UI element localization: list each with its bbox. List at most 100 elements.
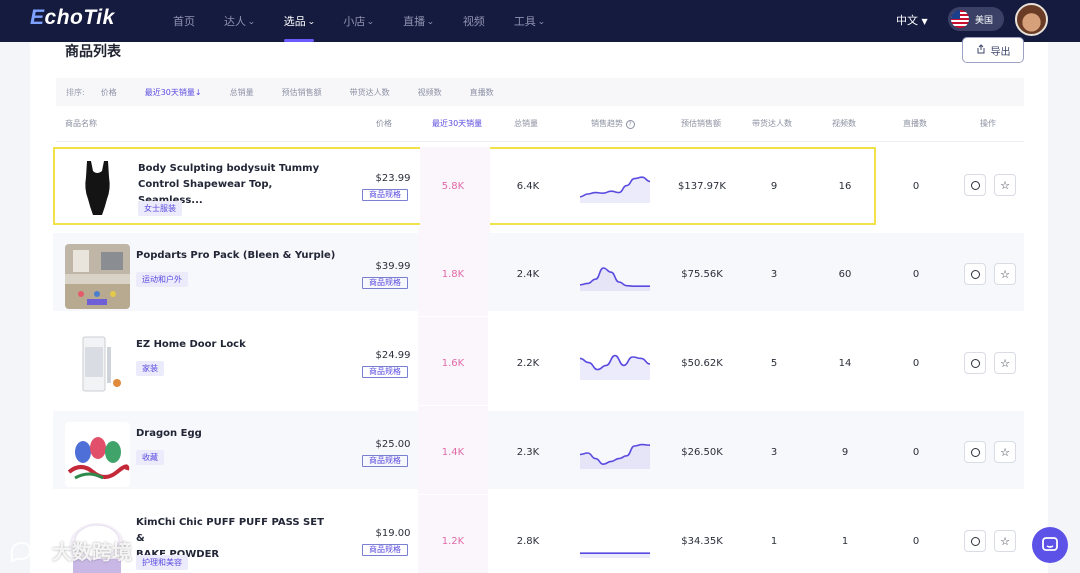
category-tag[interactable]: 收藏 (136, 450, 164, 465)
export-button[interactable]: 导出 (962, 37, 1024, 63)
nav-item-shops[interactable]: 小店 ⌄ (333, 0, 384, 42)
product-name[interactable]: Dragon Egg (136, 426, 336, 442)
lives-value: 0 (912, 358, 920, 369)
category-tag[interactable]: 护理和美容 (136, 555, 188, 570)
chat-support-button[interactable] (1032, 527, 1068, 563)
header-total-sales[interactable]: 总销量 (514, 118, 538, 129)
lives-value: 0 (912, 536, 920, 547)
detail-button[interactable] (964, 530, 986, 552)
favorite-button[interactable]: ☆ (994, 530, 1016, 552)
product-name[interactable]: Popdarts Pro Pack (Bleen & Yurple) (136, 248, 336, 264)
videos-value: 14 (838, 358, 852, 369)
table-row[interactable]: Dragon Egg 收藏 $25.00 商品规格 1.4K 2.3K $26.… (53, 406, 1024, 494)
nav-item-creators[interactable]: 达人 ⌄ (214, 0, 265, 42)
table-row[interactable]: EZ Home Door Lock 家装 $24.99 商品规格 1.6K 2.… (53, 317, 1024, 405)
sort-option-total-sales[interactable]: 总销量 (230, 87, 254, 98)
nav-item-videos[interactable]: 视频 (453, 0, 495, 42)
creators-value: 3 (770, 269, 778, 280)
spec-button[interactable]: 商品规格 (362, 544, 408, 556)
category-tag[interactable]: 运动和户外 (136, 272, 188, 287)
spec-button[interactable]: 商品规格 (362, 455, 408, 467)
header-videos[interactable]: 视频数 (832, 118, 856, 129)
nav-item-live[interactable]: 直播 ⌄ (393, 0, 444, 42)
table-row[interactable]: Body Sculpting bodysuit Tummy Control Sha… (53, 147, 876, 235)
circle-icon (970, 180, 980, 190)
star-icon: ☆ (1000, 267, 1010, 281)
star-icon: ☆ (1000, 178, 1010, 192)
creators-value: 5 (770, 358, 778, 369)
header-30d-sales[interactable]: 最近30天销量 (432, 118, 482, 129)
favorite-button[interactable]: ☆ (994, 441, 1016, 463)
sales-30d-value: 5.8K (441, 181, 465, 192)
total-sales-value: 2.2K (516, 358, 540, 369)
sort-label: 排序: (66, 87, 85, 97)
sort-option-price[interactable]: 价格 (101, 87, 117, 98)
product-name[interactable]: EZ Home Door Lock (136, 337, 336, 353)
export-icon (976, 43, 986, 57)
region-label: 美国 (975, 15, 994, 26)
sparkline-area (580, 444, 650, 469)
product-thumbnail[interactable] (65, 244, 130, 309)
header-revenue[interactable]: 预估销售额 (681, 118, 721, 129)
product-thumbnail[interactable] (65, 333, 130, 398)
header-actions: 操作 (980, 119, 996, 128)
spec-button[interactable]: 商品规格 (362, 366, 408, 378)
watermark: 大数跨境 (8, 536, 132, 565)
region-selector[interactable]: 美国 (948, 7, 1004, 31)
header-lives[interactable]: 直播数 (903, 118, 927, 129)
sort-option-30d-sales[interactable]: 最近30天销量↓ (145, 87, 202, 98)
user-avatar[interactable] (1015, 3, 1048, 36)
product-thumbnail[interactable] (65, 155, 130, 220)
header-price[interactable]: 价格 (376, 118, 392, 129)
lives-value: 0 (912, 181, 920, 192)
info-icon[interactable]: ? (625, 120, 635, 129)
category-tag[interactable]: 家装 (136, 361, 164, 376)
detail-button[interactable] (964, 352, 986, 374)
star-icon: ☆ (1000, 534, 1010, 548)
chevron-down-icon: ⌄ (366, 16, 375, 26)
watermark-text: 大数跨境 (52, 540, 132, 564)
caret-down-icon: ▼ (921, 17, 928, 26)
videos-value: 1 (841, 536, 849, 547)
echotik-logo[interactable]: EchoTik (30, 6, 115, 30)
circle-icon (970, 447, 980, 457)
header-creators[interactable]: 带货达人数 (752, 118, 792, 129)
language-selector[interactable]: 中文 ▼ (896, 12, 928, 28)
revenue-value: $34.35K (681, 536, 723, 547)
page-title: 商品列表 (65, 44, 121, 60)
circle-icon (970, 269, 980, 279)
sales-trend-sparkline (580, 552, 650, 558)
spec-button[interactable]: 商品规格 (362, 277, 408, 289)
favorite-button[interactable]: ☆ (994, 352, 1016, 374)
sort-option-revenue[interactable]: 预估销售额 (282, 87, 322, 98)
creators-value: 1 (770, 536, 778, 547)
detail-button[interactable] (964, 174, 986, 196)
sort-option-lives[interactable]: 直播数 (470, 87, 494, 98)
sales-30d-value: 1.8K (441, 269, 465, 280)
favorite-button[interactable]: ☆ (994, 174, 1016, 196)
sales-trend-sparkline (580, 443, 650, 469)
header-sales-trend: 销售趋势 ? (591, 118, 635, 129)
sales-30d-value: 1.2K (441, 536, 465, 547)
nav-item-tools[interactable]: 工具 ⌄ (504, 0, 555, 42)
nav-item-products[interactable]: 选品 ⌄ (274, 0, 325, 42)
favorite-button[interactable]: ☆ (994, 263, 1016, 285)
spec-button[interactable]: 商品规格 (362, 189, 408, 201)
sort-option-creators[interactable]: 带货达人数 (350, 87, 390, 98)
detail-button[interactable] (964, 263, 986, 285)
nav-menu: 首页 达人 ⌄ 选品 ⌄ 小店 ⌄ 直播 ⌄ 视频 工具 ⌄ (163, 0, 564, 42)
category-tag[interactable]: 女士服装 (138, 201, 182, 216)
nav-item-home[interactable]: 首页 (163, 0, 205, 42)
product-thumbnail[interactable] (65, 422, 130, 487)
sparkline-area (580, 177, 650, 203)
detail-button[interactable] (964, 441, 986, 463)
total-sales-value: 2.8K (516, 536, 540, 547)
total-sales-value: 2.4K (516, 269, 540, 280)
us-flag-icon (951, 10, 969, 28)
watermark-logo-icon (10, 541, 44, 563)
header-product-name: 商品名称 (65, 119, 97, 128)
sort-option-videos[interactable]: 视频数 (418, 87, 442, 98)
sparkline-area (580, 355, 650, 380)
table-row[interactable]: KimChi Chic PUFF PUFF PASS SET &BAKE POW… (53, 495, 1024, 573)
table-row[interactable]: Popdarts Pro Pack (Bleen & Yurple) 运动和户外… (53, 228, 1024, 316)
